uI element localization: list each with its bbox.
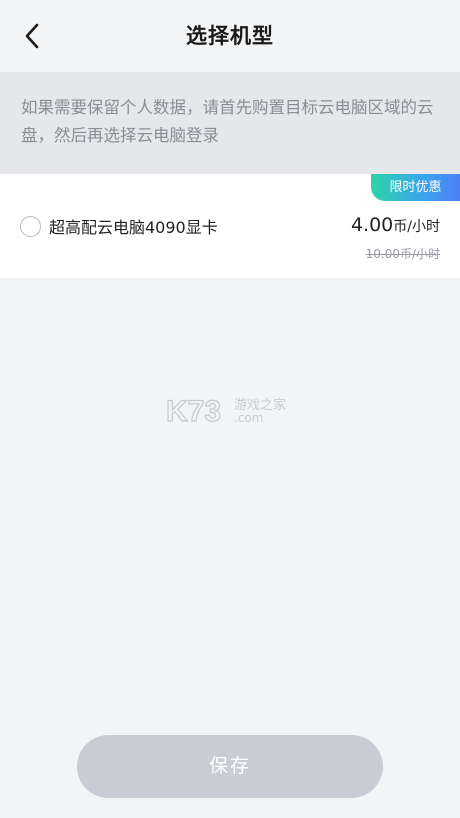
price-unit: 币/小时 xyxy=(393,219,440,235)
machine-option-card[interactable]: 限时优惠 超高配云电脑4090显卡 4.00币/小时 10.00币/小时 xyxy=(0,174,460,278)
page-title: 选择机型 xyxy=(186,24,274,48)
data-retention-notice: 如果需要保留个人数据，请首先购置目标云电脑区域的云盘，然后再选择云电脑登录 xyxy=(0,72,460,174)
watermark-domain: .com xyxy=(234,411,263,425)
original-price: 10.00币/小时 xyxy=(365,247,440,261)
machine-radio-button[interactable] xyxy=(20,216,41,237)
watermark-brand: K73 xyxy=(166,395,221,426)
save-button[interactable]: 保存 xyxy=(77,735,383,798)
machine-name: 超高配云电脑4090显卡 xyxy=(49,218,218,237)
price-value: 4.00 xyxy=(350,214,394,236)
header-bar: 选择机型 xyxy=(0,0,460,72)
watermark-logo: K73 游戏之家 .com xyxy=(165,392,296,428)
current-price: 4.00币/小时 xyxy=(351,214,440,236)
promo-badge: 限时优惠 xyxy=(371,174,460,201)
